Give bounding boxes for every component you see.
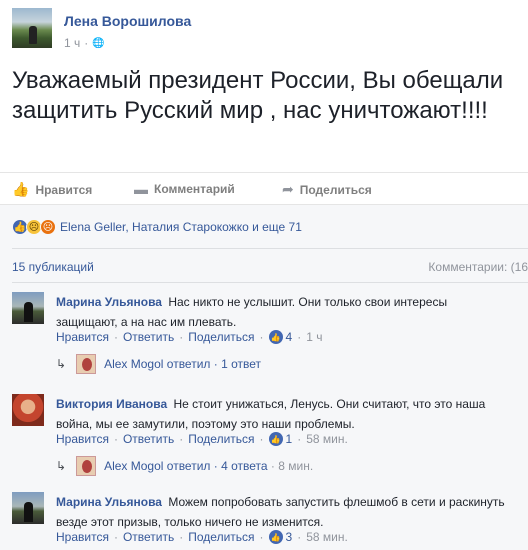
- divider: [12, 248, 528, 249]
- comment-like-count[interactable]: 👍 3: [268, 530, 292, 544]
- reply-author-avatar: [76, 354, 97, 374]
- comment-reply-link[interactable]: Ответить: [123, 432, 174, 446]
- comment-time[interactable]: 1 ч: [306, 330, 322, 344]
- thumbs-up-icon: 👍: [12, 181, 30, 197]
- commenter-avatar[interactable]: [12, 394, 44, 426]
- comment-like-link[interactable]: Нравится: [56, 330, 109, 344]
- comment-author[interactable]: Марина Ульянова: [56, 295, 162, 309]
- comment-body: Виктория Иванова Не стоит унижаться, Лен…: [56, 394, 506, 434]
- reaction-icons: 👍 ☹ ☹: [12, 219, 56, 235]
- comment-like-link[interactable]: Нравится: [56, 432, 109, 446]
- comment-like-link[interactable]: Нравится: [56, 530, 109, 544]
- share-button[interactable]: ➦ Поделиться: [282, 181, 372, 198]
- comment-share-link[interactable]: Поделиться: [188, 530, 254, 544]
- comment-reply-link[interactable]: Ответить: [123, 530, 174, 544]
- comment: Марина Ульянова Можем попробовать запуст…: [12, 492, 528, 550]
- comment-icon: ▬: [134, 181, 148, 197]
- comment-body: Марина Ульянова Можем попробовать запуст…: [56, 492, 506, 532]
- replies-link[interactable]: ↳ Alex Mogol ответил · 1 ответ: [56, 354, 261, 374]
- publications-count[interactable]: 15 публикаций: [12, 260, 94, 274]
- share-arrow-icon: ➦: [282, 181, 294, 197]
- comment-like-count[interactable]: 👍 4: [268, 330, 292, 344]
- comment-share-link[interactable]: Поделиться: [188, 432, 254, 446]
- reply-author: Alex Mogol: [104, 357, 164, 371]
- comment-actions: Нравится · Ответить · Поделиться · 👍 3 · 58 м…: [56, 530, 348, 544]
- comment-actions: Нравится · Ответить · Поделиться · 👍 4 · 1 ч: [56, 330, 323, 344]
- post-author-name[interactable]: Лена Ворошилова: [64, 13, 191, 29]
- comments-count[interactable]: Комментарии: (16: [428, 260, 528, 274]
- post-action-bar: 👍 Нравится ▬ Комментарий ➦ Поделиться: [0, 172, 528, 204]
- thumbs-up-icon: 👍: [268, 330, 283, 344]
- comment-reply-link[interactable]: Ответить: [123, 330, 174, 344]
- counts-row: 15 публикаций Комментарии: (16: [12, 260, 528, 276]
- post-meta: 1 ч · 🌐: [64, 36, 105, 50]
- comment-actions: Нравится · Ответить · Поделиться · 👍 1 · 58 м…: [56, 432, 348, 446]
- commenter-avatar[interactable]: [12, 492, 44, 524]
- comment-time[interactable]: 58 мин.: [306, 432, 348, 446]
- comment-body: Марина Ульянова Нас никто не услышит. Он…: [56, 292, 506, 332]
- comment-share-link[interactable]: Поделиться: [188, 330, 254, 344]
- reply-arrow-icon: ↳: [56, 459, 67, 473]
- comment-author[interactable]: Виктория Иванова: [56, 397, 167, 411]
- reactions-summary[interactable]: 👍 ☹ ☹ Elena Geller, Наталия Старокожко и…: [12, 216, 522, 238]
- thumbs-up-icon: 👍: [268, 530, 283, 544]
- globe-icon: 🌐: [92, 37, 105, 49]
- thumbs-up-icon: 👍: [268, 432, 283, 446]
- reply-author: Alex Mogol: [104, 459, 164, 473]
- like-button[interactable]: 👍 Нравится: [12, 181, 92, 198]
- reply-summary: ответил · 1 ответ: [166, 357, 261, 371]
- reaction-names[interactable]: Elena Geller, Наталия Старокожко и еще 7…: [60, 220, 302, 234]
- reply-time: 8 мин.: [278, 459, 314, 473]
- angry-reaction-icon: ☹: [40, 219, 56, 235]
- comment-author[interactable]: Марина Ульянова: [56, 495, 162, 509]
- comment-button[interactable]: ▬ Комментарий: [134, 181, 235, 197]
- replies-link[interactable]: ↳ Alex Mogol ответил · 4 ответа · 8 мин.: [56, 456, 313, 476]
- post-time[interactable]: 1 ч: [64, 36, 80, 50]
- commenter-avatar[interactable]: [12, 292, 44, 324]
- divider: [12, 282, 528, 283]
- author-avatar[interactable]: [12, 8, 52, 48]
- post-text: Уважаемый президент России, Вы обещали з…: [12, 67, 504, 124]
- comment-like-count[interactable]: 👍 1: [268, 432, 292, 446]
- reply-arrow-icon: ↳: [56, 357, 67, 371]
- reply-summary: ответил · 4 ответа: [166, 459, 268, 473]
- post-header: Лена Ворошилова 1 ч · 🌐: [12, 8, 522, 56]
- reply-author-avatar: [76, 456, 97, 476]
- comment-time[interactable]: 58 мин.: [306, 530, 348, 544]
